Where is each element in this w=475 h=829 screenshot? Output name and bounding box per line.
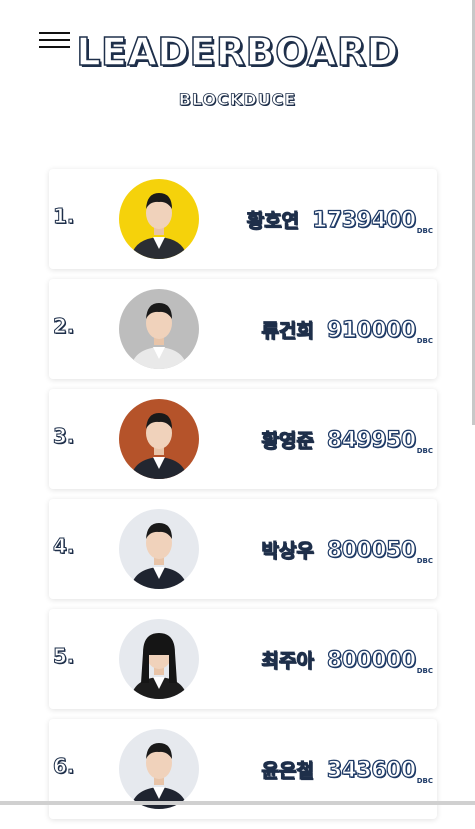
player-name: 박상우 xyxy=(261,540,314,563)
player-name: 황호연 xyxy=(246,210,300,233)
leaderboard-row[interactable]: 2. 류건희 910000 DBC xyxy=(49,279,437,379)
avatar xyxy=(119,619,199,699)
leaderboard-list: 1. 황호연 1739400 DBC 2. 류건희 910000 DBC 3. … xyxy=(49,169,437,829)
score-unit: DBC xyxy=(416,557,433,565)
score-unit: DBC xyxy=(416,447,433,455)
score-unit: DBC xyxy=(416,337,433,345)
rank-label: 4. xyxy=(53,534,75,559)
player-name: 황영준 xyxy=(261,430,314,453)
leaderboard-row[interactable]: 5. 최주아 800000 DBC xyxy=(49,609,437,709)
page-subtitle: BLOCKDUCE xyxy=(178,90,297,110)
page-title: LEADERBOARD xyxy=(76,29,399,75)
player-score: 800050 xyxy=(326,537,417,563)
leaderboard-row[interactable]: 4. 박상우 800050 DBC xyxy=(49,499,437,599)
avatar xyxy=(119,509,199,589)
score-unit: DBC xyxy=(416,227,433,235)
avatar xyxy=(119,179,199,259)
leaderboard-row[interactable]: 3. 황영준 849950 DBC xyxy=(49,389,437,489)
rank-label: 1. xyxy=(53,204,75,229)
player-score: 1739400 xyxy=(311,207,416,233)
score-unit: DBC xyxy=(416,777,433,785)
player-score: 343600 xyxy=(326,757,417,783)
avatar xyxy=(119,289,199,369)
avatar xyxy=(119,399,199,479)
player-name: 최주아 xyxy=(261,650,314,673)
leaderboard-row[interactable]: 1. 황호연 1739400 DBC xyxy=(49,169,437,269)
player-score: 910000 xyxy=(326,317,417,343)
player-name: 윤은철 xyxy=(261,760,314,783)
horizontal-scrollbar[interactable] xyxy=(0,801,475,805)
rank-label: 2. xyxy=(53,314,75,339)
rank-label: 6. xyxy=(53,754,75,779)
rank-label: 3. xyxy=(53,424,75,449)
rank-label: 5. xyxy=(53,644,75,669)
avatar xyxy=(119,729,199,809)
player-score: 800000 xyxy=(326,647,417,673)
score-unit: DBC xyxy=(416,667,433,675)
player-score: 849950 xyxy=(326,427,417,453)
player-name: 류건희 xyxy=(261,320,314,343)
